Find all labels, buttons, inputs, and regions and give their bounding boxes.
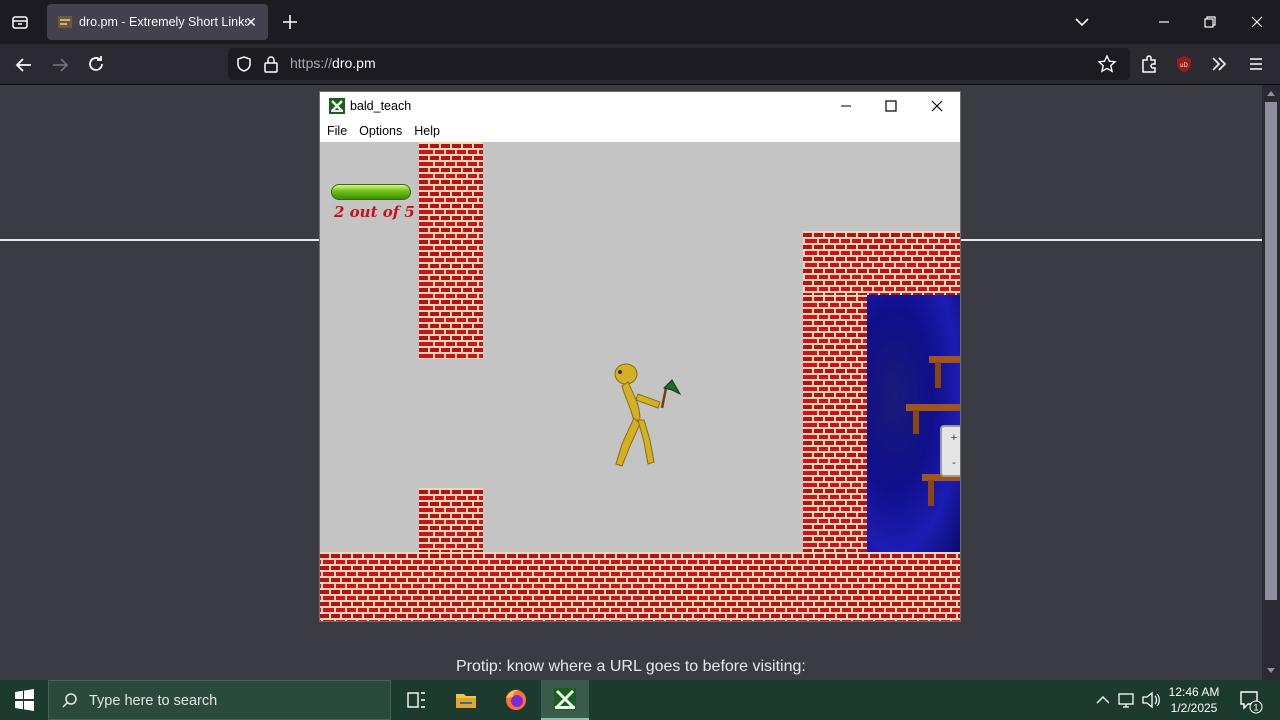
brick-wall-right xyxy=(803,295,867,555)
page-scrollbar[interactable] xyxy=(1262,85,1280,680)
tab-title: dro.pm - Extremely Short Links xyxy=(79,15,247,29)
dro-favicon-icon xyxy=(57,14,73,30)
hamburger-menu-icon[interactable] xyxy=(1244,52,1268,76)
lock-icon[interactable] xyxy=(263,55,279,78)
brick-floor xyxy=(320,552,960,621)
task-view-icon[interactable] xyxy=(392,680,440,720)
tracking-protection-shield-icon[interactable] xyxy=(235,55,253,78)
ublock-badge-text: uD xyxy=(1180,63,1188,69)
tab-list-icon[interactable] xyxy=(8,10,32,34)
clock-date: 1/2/2025 xyxy=(1170,701,1218,715)
browser-nav-bar: https://dro.pm uD xyxy=(0,44,1280,85)
game-window[interactable]: bald_teach File Options Help 2 out of 5 xyxy=(319,91,961,622)
action-center-notification-icon[interactable]: 1 xyxy=(1236,680,1264,720)
file-explorer-icon[interactable] xyxy=(442,680,490,720)
scroll-down-arrow-icon[interactable] xyxy=(1266,667,1276,675)
health-bar xyxy=(331,184,411,200)
protip-text: Protip: know where a URL goes to before … xyxy=(456,658,806,675)
game-minimize-icon[interactable] xyxy=(835,96,857,116)
search-placeholder: Type here to search xyxy=(89,693,218,709)
url-scheme: https:// xyxy=(290,55,333,71)
taskbar-search-box[interactable]: Type here to search xyxy=(48,680,391,720)
bald-teach-taskbar-icon[interactable] xyxy=(541,680,589,720)
close-window-icon[interactable] xyxy=(1243,8,1271,36)
new-tab-plus-icon[interactable] xyxy=(278,10,302,34)
game-maximize-icon[interactable] xyxy=(880,96,902,116)
browser-tab-bar: dro.pm - Extremely Short Links ✕ xyxy=(0,0,1280,44)
game-app-icon xyxy=(329,98,345,114)
url-text[interactable]: https://dro.pm xyxy=(290,55,376,71)
game-close-icon[interactable] xyxy=(926,96,948,116)
zoom-out-button[interactable]: - xyxy=(944,452,960,474)
menu-file[interactable]: File xyxy=(320,120,347,142)
menu-options[interactable]: Options xyxy=(352,120,402,142)
shelf-leg-2 xyxy=(913,410,919,434)
start-windows-icon[interactable] xyxy=(0,680,48,720)
extensions-puzzle-icon[interactable] xyxy=(1137,52,1161,76)
game-window-title: bald_teach xyxy=(350,99,412,113)
tab-dro-pm[interactable]: dro.pm - Extremely Short Links ✕ xyxy=(47,4,268,40)
back-arrow-icon[interactable] xyxy=(11,52,37,78)
shelf-leg-3 xyxy=(928,480,934,506)
url-host: dro.pm xyxy=(332,55,376,71)
game-canvas[interactable]: 2 out of 5 + - xyxy=(320,142,960,621)
ublock-origin-icon[interactable]: uD xyxy=(1172,52,1196,76)
bookmark-star-icon[interactable] xyxy=(1097,54,1117,79)
wooden-shelf-1 xyxy=(929,356,960,363)
forward-arrow-icon[interactable] xyxy=(47,52,73,78)
collected-count-text: 2 out of 5 xyxy=(334,203,415,221)
notification-count: 1 xyxy=(1253,703,1258,713)
menu-help[interactable]: Help xyxy=(407,120,440,142)
minimize-window-icon[interactable] xyxy=(1150,8,1178,36)
network-icon[interactable] xyxy=(1116,680,1138,720)
reload-icon[interactable] xyxy=(83,52,109,78)
taskbar-clock[interactable]: 12:46 AM 1/2/2025 xyxy=(1158,684,1230,716)
restore-window-icon[interactable] xyxy=(1196,8,1224,36)
shelf-leg-1 xyxy=(935,362,941,388)
clock-time: 12:46 AM xyxy=(1168,685,1220,699)
show-hidden-icons-chevron-icon[interactable] xyxy=(1094,680,1112,720)
zoom-control: + - xyxy=(940,425,960,477)
scrollbar-thumb[interactable] xyxy=(1265,102,1277,600)
brick-pillar-upper xyxy=(419,142,483,359)
tab-close-icon[interactable]: ✕ xyxy=(242,13,260,31)
player-character xyxy=(614,363,682,467)
zoom-in-button[interactable]: + xyxy=(944,427,960,449)
game-window-titlebar[interactable]: bald_teach xyxy=(320,92,960,120)
url-bar[interactable]: https://dro.pm xyxy=(228,48,1130,80)
more-tools-chevrons-icon[interactable] xyxy=(1207,52,1231,76)
game-menu-bar: File Options Help xyxy=(320,120,960,142)
windows-taskbar: Type here to search 12:46 AM 1/2/2025 1 xyxy=(0,680,1280,720)
brick-pillar-lower xyxy=(419,488,483,558)
list-all-tabs-chevron-icon[interactable] xyxy=(1068,8,1096,36)
search-magnifier-icon xyxy=(62,693,77,708)
brick-wall-top xyxy=(803,231,960,295)
firefox-icon[interactable] xyxy=(492,680,540,720)
scroll-up-arrow-icon[interactable] xyxy=(1266,89,1276,97)
